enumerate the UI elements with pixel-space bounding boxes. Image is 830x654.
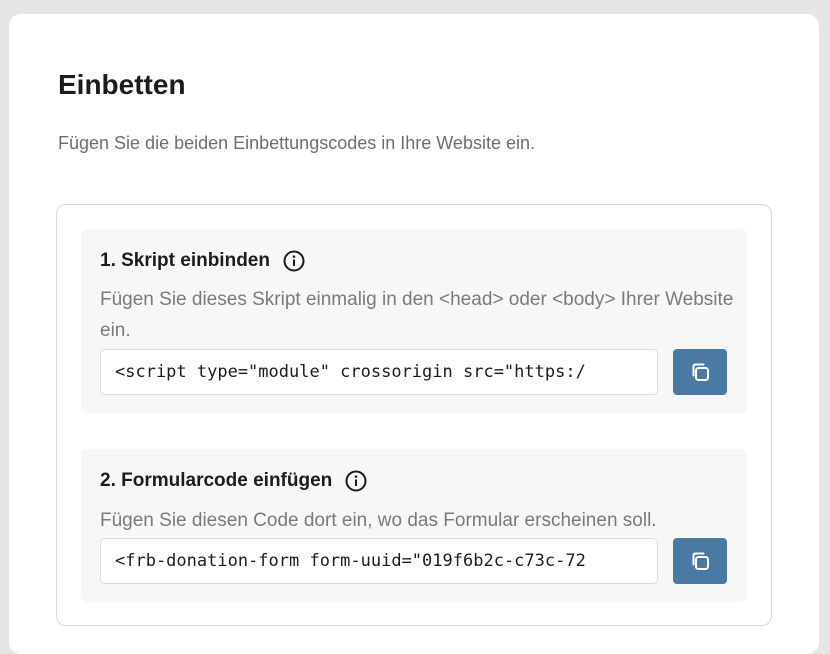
page-subtitle: Fügen Sie die beiden Einbettungscodes in… xyxy=(58,133,535,153)
section-description: Fügen Sie dieses Skript einmalig in den … xyxy=(100,289,734,341)
embed-card: Einbetten Fügen Sie die beiden Einbettun… xyxy=(9,14,819,654)
section-title: 1. Skript einbinden xyxy=(100,250,270,271)
copy-form-code-button[interactable] xyxy=(673,538,727,584)
info-circle-icon[interactable] xyxy=(345,470,367,492)
section-description: Fügen Sie diesen Code dort ein, wo das F… xyxy=(100,510,657,531)
copy-icon xyxy=(692,552,709,570)
copy-script-button[interactable] xyxy=(673,349,727,395)
section-form-code: 2. Formularcode einfügen Fügen Sie diese… xyxy=(81,449,747,602)
form-code-field[interactable]: <frb-donation-form form-uuid="019f6b2c-c… xyxy=(100,538,658,584)
page-title: Einbetten xyxy=(58,69,186,100)
info-circle-icon[interactable] xyxy=(283,250,305,272)
section-script: 1. Skript einbinden Fügen Sie dieses Skr… xyxy=(81,229,747,413)
section-header: 2. Formularcode einfügen xyxy=(100,469,367,493)
script-code-field[interactable]: <script type="module" crossorigin src="h… xyxy=(100,349,658,395)
section-title: 2. Formularcode einfügen xyxy=(100,470,333,491)
copy-icon xyxy=(692,363,709,381)
section-header: 1. Skript einbinden xyxy=(100,249,305,273)
embed-codes-panel: 1. Skript einbinden Fügen Sie dieses Skr… xyxy=(56,204,772,626)
